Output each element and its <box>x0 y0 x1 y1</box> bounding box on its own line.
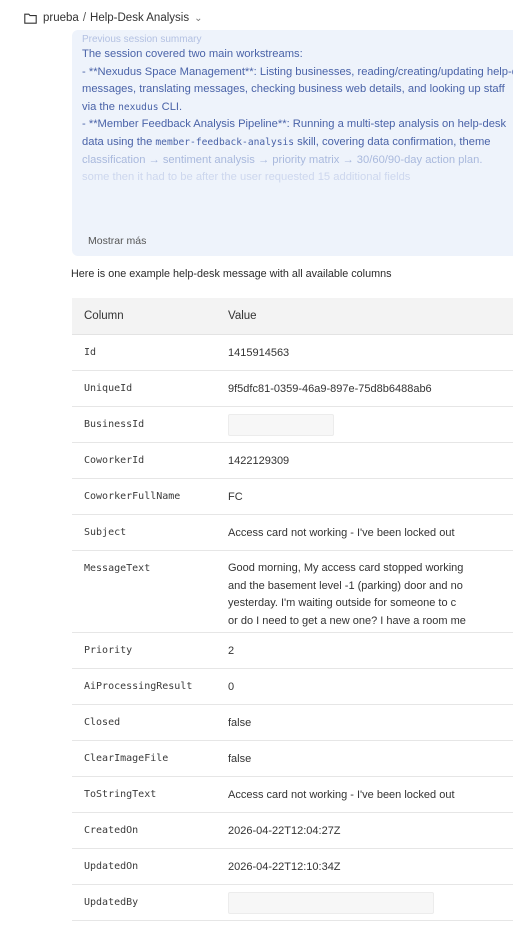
table-row: Subject Access card not working - I've b… <box>72 515 513 551</box>
row-key: CoworkerFullName <box>84 491 181 502</box>
summary-faded-heading: Previous session summary <box>82 34 202 45</box>
message-text-line: yesterday. I'm waiting outside for someo… <box>228 597 457 609</box>
summary-text-fragment: skill, covering data confirmation, theme <box>294 135 491 148</box>
row-value: FC <box>228 491 243 503</box>
summary-line: some then it had to be after the user re… <box>82 171 411 184</box>
table-row: UniqueId 9f5dfc81-0359-46a9-897e-75d8b64… <box>72 371 513 407</box>
intro-text: Here is one example help-desk message wi… <box>71 268 392 280</box>
message-text-line: and the basement level -1 (parking) door… <box>228 579 463 592</box>
row-value <box>228 885 513 921</box>
summary-text-fragment: CLI. <box>158 100 183 113</box>
table-row: MessageText Good morning, My access card… <box>72 551 513 633</box>
row-key: UniqueId <box>84 383 133 394</box>
row-key: Id <box>84 347 97 358</box>
table-row: CoworkerFullName FC <box>72 479 513 515</box>
summary-line: via the nexudus CLI. <box>82 99 513 117</box>
table-row: Priority 2 <box>72 633 513 669</box>
row-key: Subject <box>84 527 127 538</box>
page: prueba / Help-Desk Analysis ⌄ Previous s… <box>0 0 513 926</box>
row-key: UpdatedBy <box>84 897 139 908</box>
breadcrumb-page[interactable]: Help-Desk Analysis <box>90 12 189 24</box>
column-header-column: Column <box>84 310 124 322</box>
summary-line: - **Member Feedback Analysis Pipeline**:… <box>82 118 507 131</box>
row-key: Closed <box>84 717 121 728</box>
message-text-line: Good morning, My access card stopped wor… <box>228 562 464 574</box>
summary-text-fragment: via the <box>82 100 119 113</box>
row-key: CreatedOn <box>84 825 139 836</box>
inline-code: nexudus <box>118 101 159 113</box>
row-key: AiProcessingResult <box>84 681 193 692</box>
table-header: Column Value <box>72 298 513 335</box>
message-text-line: or do I need to get a new one? I have a … <box>228 614 466 627</box>
summary-line: classification → sentiment analysis → pr… <box>82 153 483 166</box>
table-row: AiProcessingResult 0 <box>72 669 513 705</box>
breadcrumb: prueba / Help-Desk Analysis ⌄ <box>24 9 202 27</box>
summary-line: - **Nexudus Space Management**: Listing … <box>82 65 513 78</box>
row-key: MessageText <box>84 563 151 574</box>
row-value: 0 <box>228 681 235 693</box>
table-row: UpdatedOn 2026-04-22T12:10:34Z <box>72 849 513 885</box>
breadcrumb-separator: / <box>82 12 87 24</box>
folder-icon <box>24 13 37 24</box>
redacted-value <box>228 892 434 915</box>
summary-line: The session covered two main workstreams… <box>82 48 303 60</box>
table-row: UpdatedBy <box>72 885 513 921</box>
row-key: Priority <box>84 645 133 656</box>
table-row: CoworkerId 1422129309 <box>72 443 513 479</box>
row-value: 9f5dfc81-0359-46a9-897e-75d8b6488ab6 <box>228 383 432 395</box>
row-value: 2 <box>228 645 235 657</box>
table-row: ToStringText Access card not working - I… <box>72 777 513 813</box>
row-value: 2026-04-22T12:04:27Z <box>228 825 341 837</box>
table-row: CreatedOn 2026-04-22T12:04:27Z <box>72 813 513 849</box>
row-key: UpdatedOn <box>84 861 139 872</box>
summary-text: Previous session summary The session cov… <box>82 30 513 222</box>
inline-code: member-feedback-analysis <box>155 136 295 148</box>
table-row: ClearImageFile false <box>72 741 513 777</box>
row-value: 1415914563 <box>228 347 290 359</box>
row-key: ClearImageFile <box>84 753 169 764</box>
table-row: BusinessId <box>72 407 513 443</box>
row-key: ToStringText <box>84 789 157 800</box>
row-value: false <box>228 753 252 765</box>
table-row: Closed false <box>72 705 513 741</box>
row-value: 1422129309 <box>228 455 290 467</box>
breadcrumb-project[interactable]: prueba <box>43 12 79 24</box>
row-value: Good morning, My access card stopped wor… <box>228 560 513 630</box>
chevron-down-icon[interactable]: ⌄ <box>194 13 202 24</box>
summary-line: data using the member-feedback-analysis … <box>82 134 513 152</box>
row-value <box>228 407 513 443</box>
row-value: Access card not working - I've been lock… <box>228 789 455 801</box>
summary-line: messages, translating messages, checking… <box>82 83 505 96</box>
row-value: false <box>228 717 252 729</box>
table-row: Id 1415914563 <box>72 335 513 371</box>
example-message-table: Column Value Id 1415914563 UniqueId 9f5d… <box>72 298 513 921</box>
redacted-value <box>228 414 334 437</box>
row-value: Access card not working - I've been lock… <box>228 527 455 539</box>
row-value: 2026-04-22T12:10:34Z <box>228 861 341 873</box>
row-key: BusinessId <box>84 419 145 430</box>
row-key: CoworkerId <box>84 455 145 466</box>
show-more-button[interactable]: Mostrar más <box>88 235 146 247</box>
session-summary-box: Previous session summary The session cov… <box>72 30 513 256</box>
column-header-value: Value <box>228 310 257 322</box>
summary-text-fragment: data using the <box>82 135 156 148</box>
